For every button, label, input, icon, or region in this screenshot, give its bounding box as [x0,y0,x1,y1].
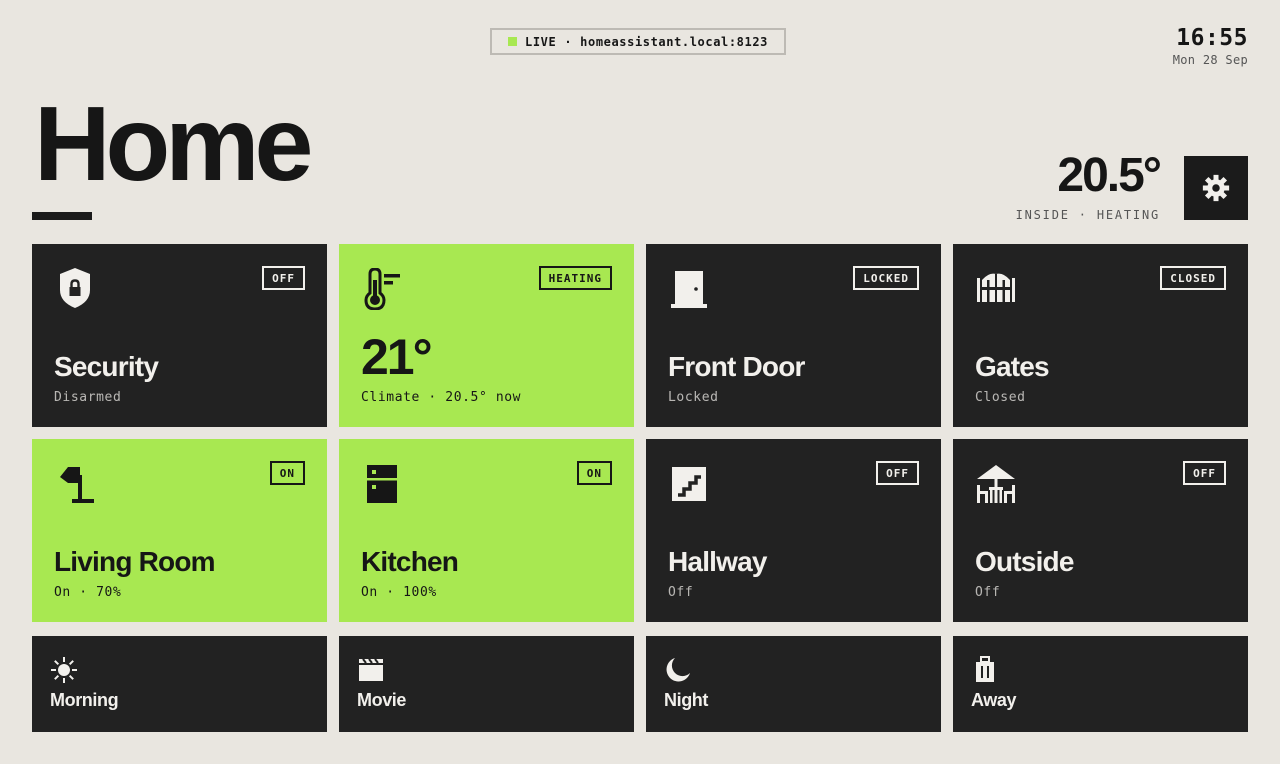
floor-lamp-icon [60,467,94,503]
scene-name: Night [664,690,708,710]
status-badge: OFF [876,461,919,485]
moon-icon [666,658,690,682]
scene-away[interactable]: Away [953,636,1248,732]
status-badge: OFF [262,266,305,290]
separator: · [564,34,573,49]
tile-name: Security [54,351,159,382]
tile-name: Outside [975,546,1074,577]
tile-kitchen[interactable]: ON Kitchen On · 100% [339,439,634,622]
tile-status: Locked [668,390,719,405]
status-badge: OFF [1183,461,1226,485]
scene-name: Away [971,690,1017,710]
inside-temperature-caption: INSIDE · HEATING [1015,208,1160,222]
gear-icon [1202,174,1230,202]
tile-name: Hallway [668,546,767,577]
gate-icon [977,273,1015,302]
scene-name: Movie [357,690,407,710]
host-address: homeassistant.local:8123 [580,34,768,49]
sun-icon [51,657,77,683]
status-badge: HEATING [538,266,612,290]
tile-front-door[interactable]: LOCKED Front Door Locked [646,244,941,427]
clock-time: 16:55 [1176,25,1248,51]
tile-status: Disarmed [54,390,122,405]
tile-name: Kitchen [361,546,459,577]
live-label: LIVE [525,34,557,49]
title-underline [32,212,92,220]
inside-temperature: 20.5° INSIDE · HEATING [1015,149,1162,223]
door-icon [671,271,707,308]
thermometer-icon [364,268,400,310]
tile-status: On · 100% [361,585,437,600]
tile-status: Off [668,585,694,600]
status-badge: ON [269,461,305,485]
clock: 16:55 Mon 28 Sep [1173,24,1248,67]
live-indicator-icon [508,37,518,46]
scene-morning[interactable]: Morning [32,636,327,732]
stairs-icon [672,467,706,501]
clock-date: Mon 28 Sep [1172,53,1248,67]
settings-button[interactable] [1184,156,1248,220]
tile-security[interactable]: OFF Security Disarmed [32,244,327,427]
tile-climate[interactable]: HEATING 21° Climate · 20.5° now [339,244,634,427]
tile-living-room[interactable]: ON Living Room On · 70% [32,439,327,622]
tile-gates[interactable]: CLOSED Gates Closed [953,244,1248,427]
status-badge: ON [576,461,612,485]
tile-status: On · 70% [54,585,122,600]
scene-movie[interactable]: Movie [339,636,634,732]
scene-night[interactable]: Night [646,636,941,732]
inside-temperature-value: 20.5° [1057,149,1162,202]
tile-status: Climate · 20.5° now [361,390,522,405]
luggage-icon [976,656,994,682]
status-badge: CLOSED [1160,266,1226,290]
tile-hallway[interactable]: OFF Hallway Off [646,439,941,622]
tile-outside[interactable]: OFF Outside Off [953,439,1248,622]
tile-name: Gates [975,351,1050,382]
connection-status: LIVE · homeassistant.local:8123 [490,28,786,55]
tile-name: Living Room [54,546,216,577]
tile-status: Closed [975,390,1026,405]
tile-status: Off [975,585,1001,600]
page-title: Home [34,85,314,203]
patio-icon [977,465,1015,503]
tile-name: Front Door [668,351,805,382]
status-badge: LOCKED [853,266,919,290]
clapperboard-icon [359,658,383,681]
scene-name: Morning [50,690,119,710]
fridge-icon [367,465,397,503]
shield-lock-icon [60,268,90,308]
climate-setpoint: 21° [361,329,433,385]
